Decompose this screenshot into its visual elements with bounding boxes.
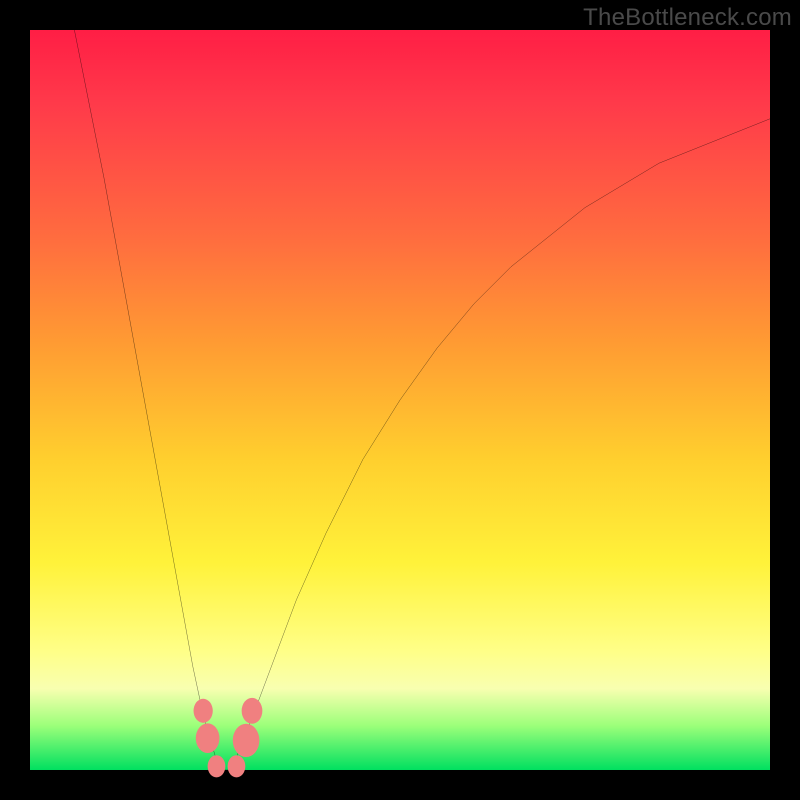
- curve-layer: [30, 30, 770, 770]
- marker-bottom-2: [228, 755, 246, 777]
- marker-right-lower: [233, 724, 260, 757]
- bottleneck-curve: [74, 30, 770, 770]
- marker-bottom-1: [208, 755, 226, 777]
- plot-area: [30, 30, 770, 770]
- marker-left-upper: [194, 699, 213, 723]
- attribution-text: TheBottleneck.com: [583, 4, 792, 32]
- chart-frame: TheBottleneck.com: [0, 0, 800, 800]
- marker-right-upper: [242, 698, 263, 724]
- marker-left-lower: [196, 723, 220, 753]
